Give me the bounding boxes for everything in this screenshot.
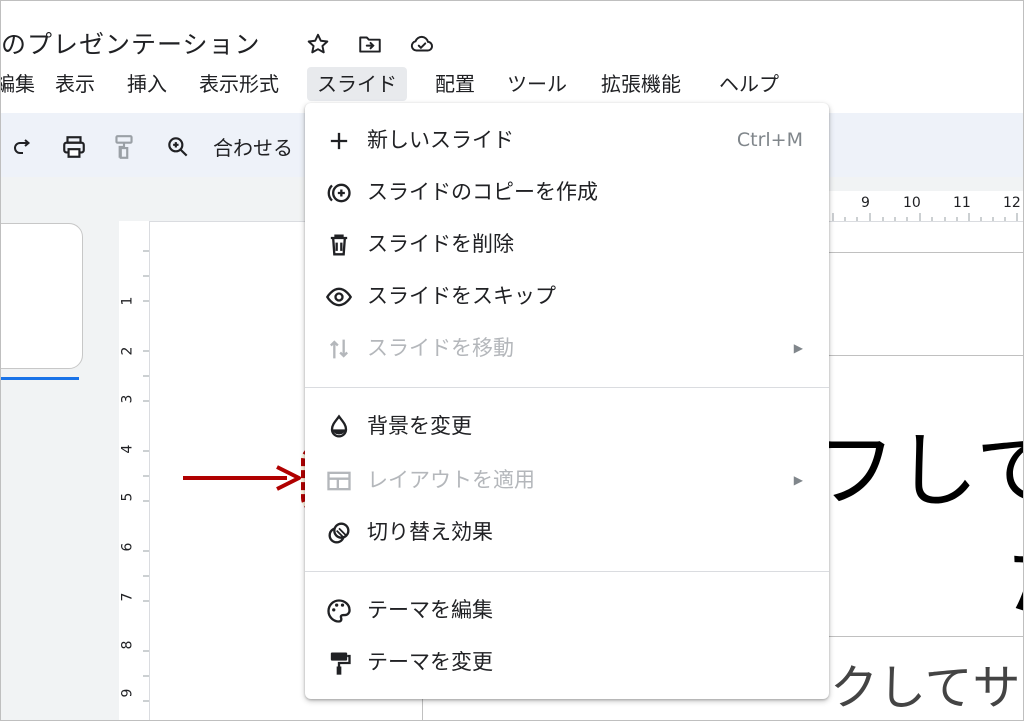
app-window: のプレゼンテーション 編集 表示 挿入 表示形式 スライド 配置 ツール 拡張機… bbox=[0, 0, 1024, 721]
title-placeholder-text[interactable]: た bbox=[1006, 512, 1023, 631]
title-placeholder-text[interactable]: フして bbox=[814, 404, 1023, 523]
menu-item-label: スライドのコピーを作成 bbox=[367, 180, 598, 204]
move-arrows-icon bbox=[330, 339, 348, 359]
menu-item-transition[interactable]: 切り替え効果 bbox=[305, 507, 829, 557]
menu-item-change-background[interactable]: 背景を変更 bbox=[305, 401, 829, 451]
menu-item-apply-layout[interactable]: レイアウトを適用 ▶ bbox=[305, 455, 829, 505]
menu-item-label: テーマを編集 bbox=[367, 598, 493, 622]
slide-menu-dropdown: 新しいスライド Ctrl+M スライドのコピーを作成 スライドを削除 スライドを… bbox=[305, 103, 829, 699]
ruler-label: 12 bbox=[1003, 195, 1021, 211]
menu-item-edit-theme[interactable]: テーマを編集 bbox=[305, 585, 829, 635]
menu-item-delete-slide[interactable]: スライドを削除 bbox=[305, 219, 829, 269]
cloud-saved-icon[interactable] bbox=[409, 31, 435, 57]
ruler-label: 6 bbox=[119, 542, 136, 552]
paint-roller-icon bbox=[330, 652, 351, 675]
menu-edit[interactable]: 編集 bbox=[1, 67, 41, 101]
menu-slide[interactable]: スライド bbox=[307, 67, 407, 101]
slide-thumbnail[interactable] bbox=[1, 223, 83, 369]
ruler-label: 8 bbox=[119, 640, 136, 650]
menu-tools[interactable]: ツール bbox=[501, 67, 573, 101]
print-icon[interactable] bbox=[61, 134, 87, 160]
menu-item-label: 新しいスライド bbox=[367, 128, 514, 152]
menu-item-label: スライドを削除 bbox=[367, 232, 514, 256]
menu-bar: 編集 表示 挿入 表示形式 スライド 配置 ツール 拡張機能 ヘルプ bbox=[1, 67, 1023, 101]
menu-insert[interactable]: 挿入 bbox=[121, 67, 173, 101]
document-title[interactable]: のプレゼンテーション bbox=[1, 25, 261, 61]
thumbnail-selection-indicator bbox=[1, 377, 79, 380]
menu-extensions[interactable]: 拡張機能 bbox=[595, 67, 687, 101]
duplicate-slide-icon bbox=[327, 183, 351, 203]
star-icon[interactable] bbox=[305, 31, 331, 57]
ruler-label: 10 bbox=[903, 195, 921, 211]
menu-item-label: スライドを移動 bbox=[367, 336, 514, 360]
annotation-arrow-icon bbox=[183, 465, 301, 491]
move-to-folder-icon[interactable] bbox=[357, 31, 383, 57]
menu-separator bbox=[305, 387, 829, 388]
transition-icon bbox=[328, 522, 350, 544]
ruler-label: 5 bbox=[119, 492, 136, 502]
eye-icon bbox=[325, 287, 353, 307]
menu-item-label: スライドをスキップ bbox=[367, 284, 556, 308]
menu-help[interactable]: ヘルプ bbox=[713, 67, 785, 101]
subtitle-placeholder-text[interactable]: クしてサ bbox=[830, 648, 1021, 718]
trash-icon bbox=[330, 234, 348, 256]
submenu-arrow-icon: ▶ bbox=[793, 341, 803, 355]
ruler-label: 3 bbox=[119, 394, 136, 404]
menu-item-change-theme[interactable]: テーマを変更 bbox=[305, 637, 829, 687]
submenu-arrow-icon: ▶ bbox=[793, 473, 803, 487]
menu-format[interactable]: 表示形式 bbox=[193, 67, 285, 101]
ruler-label: 9 bbox=[861, 195, 870, 211]
plus-icon bbox=[330, 132, 348, 150]
menu-item-label: 背景を変更 bbox=[367, 414, 472, 438]
ruler-label: 9 bbox=[119, 688, 136, 698]
horizontal-ruler: 9 10 11 12 bbox=[829, 191, 1023, 221]
menu-item-move-slide[interactable]: スライドを移動 ▶ bbox=[305, 323, 829, 373]
menu-separator bbox=[305, 571, 829, 572]
ruler-label: 7 bbox=[119, 592, 136, 602]
vertical-ruler: 1 2 3 4 5 6 7 8 9 bbox=[119, 221, 149, 720]
shortcut-label: Ctrl+M bbox=[736, 129, 803, 151]
menu-item-duplicate-slide[interactable]: スライドのコピーを作成 bbox=[305, 167, 829, 217]
menu-view[interactable]: 表示 bbox=[49, 67, 101, 101]
ruler-label: 4 bbox=[119, 444, 136, 454]
menu-item-label: テーマを変更 bbox=[367, 650, 493, 674]
zoom-fit-select[interactable]: 合わせる bbox=[213, 132, 293, 161]
menu-item-label: 切り替え効果 bbox=[367, 520, 493, 544]
palette-icon bbox=[327, 599, 351, 623]
menu-arrange[interactable]: 配置 bbox=[429, 67, 481, 101]
menu-item-label: レイアウトを適用 bbox=[367, 468, 535, 492]
ruler-label: 11 bbox=[953, 195, 971, 211]
ruler-label: 1 bbox=[119, 296, 136, 306]
paint-format-icon[interactable] bbox=[111, 133, 137, 161]
zoom-icon[interactable] bbox=[165, 134, 191, 160]
menu-item-skip-slide[interactable]: スライドをスキップ bbox=[305, 271, 829, 321]
ruler-label: 2 bbox=[119, 346, 136, 356]
layout-icon bbox=[327, 471, 351, 491]
menu-item-new-slide[interactable]: 新しいスライド Ctrl+M bbox=[305, 115, 829, 165]
background-drop-icon bbox=[330, 414, 348, 438]
redo-icon[interactable] bbox=[11, 135, 35, 159]
